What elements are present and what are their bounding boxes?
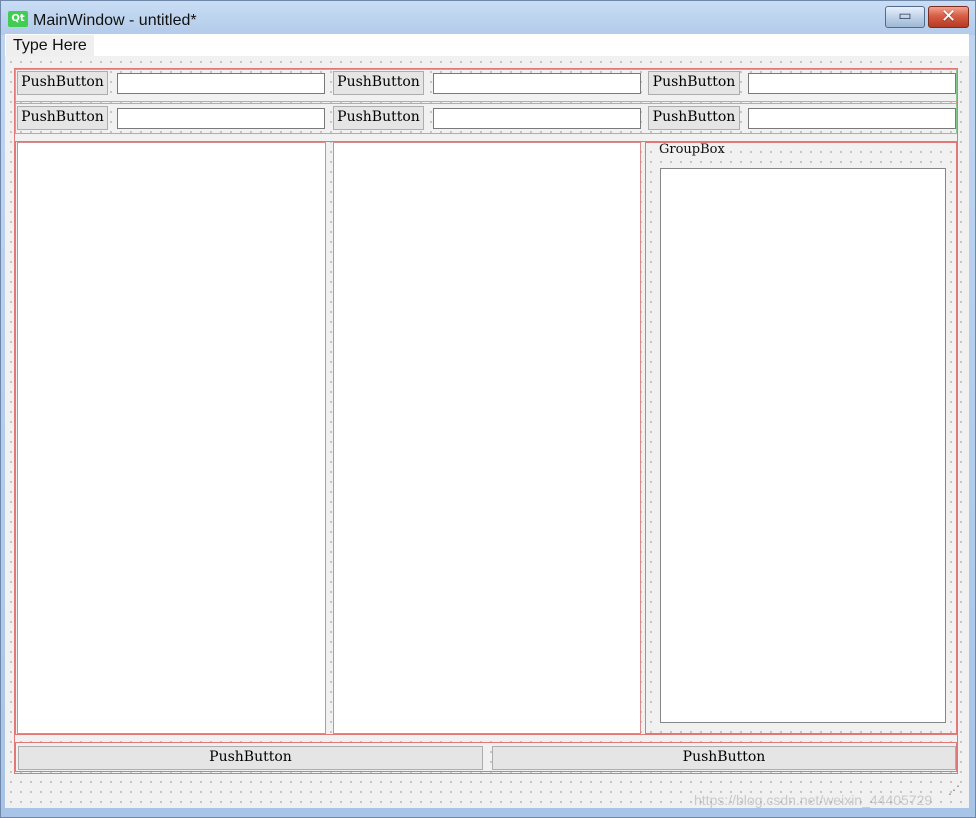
close-icon: ✕: [940, 6, 957, 27]
row-2-line-edit-3[interactable]: [748, 108, 956, 129]
type-here-menu-item[interactable]: Type Here: [6, 35, 94, 56]
row-2-pushbutton-2[interactable]: PushButton: [333, 106, 424, 130]
window-title: MainWindow - untitled*: [33, 12, 197, 29]
row-2-pushbutton-1[interactable]: PushButton: [17, 106, 108, 130]
bottom-left-pushbutton[interactable]: PushButton: [18, 746, 483, 770]
bottom-right-pushbutton[interactable]: PushButton: [492, 746, 956, 770]
row-1-pushbutton-2[interactable]: PushButton: [333, 71, 424, 95]
row-1-pushbutton-1[interactable]: PushButton: [17, 71, 108, 95]
minimize-icon: ▭: [898, 8, 912, 24]
menu-bar: Type Here: [5, 34, 969, 56]
row-1-line-edit-2[interactable]: [433, 73, 641, 94]
groupbox-content-panel[interactable]: [660, 168, 946, 723]
row-2-pushbutton-3[interactable]: PushButton: [648, 106, 740, 130]
row-1-line-edit-3[interactable]: [748, 73, 956, 94]
title-bar[interactable]: Qt MainWindow - untitled* ▭ ✕: [1, 1, 975, 35]
row-2-line-edit-2[interactable]: [433, 108, 641, 129]
row-1-pushbutton-3[interactable]: PushButton: [648, 71, 740, 95]
left-content-panel[interactable]: [17, 142, 326, 734]
watermark-text: https://blog.csdn.net/weixin_44405729: [694, 792, 933, 808]
groupbox-title: GroupBox: [659, 142, 725, 157]
row-2-line-edit-1[interactable]: [117, 108, 325, 129]
minimize-button[interactable]: ▭: [885, 6, 925, 28]
qt-logo-icon: Qt: [8, 11, 28, 27]
close-button[interactable]: ✕: [928, 6, 969, 28]
resize-grip-icon[interactable]: ⋰: [948, 784, 960, 796]
central-widget: PushButton PushButton PushButton PushBut…: [5, 56, 969, 808]
middle-content-panel[interactable]: [333, 142, 641, 734]
row-1-line-edit-1[interactable]: [117, 73, 325, 94]
main-window: Qt MainWindow - untitled* ▭ ✕ Type Here …: [0, 0, 976, 818]
